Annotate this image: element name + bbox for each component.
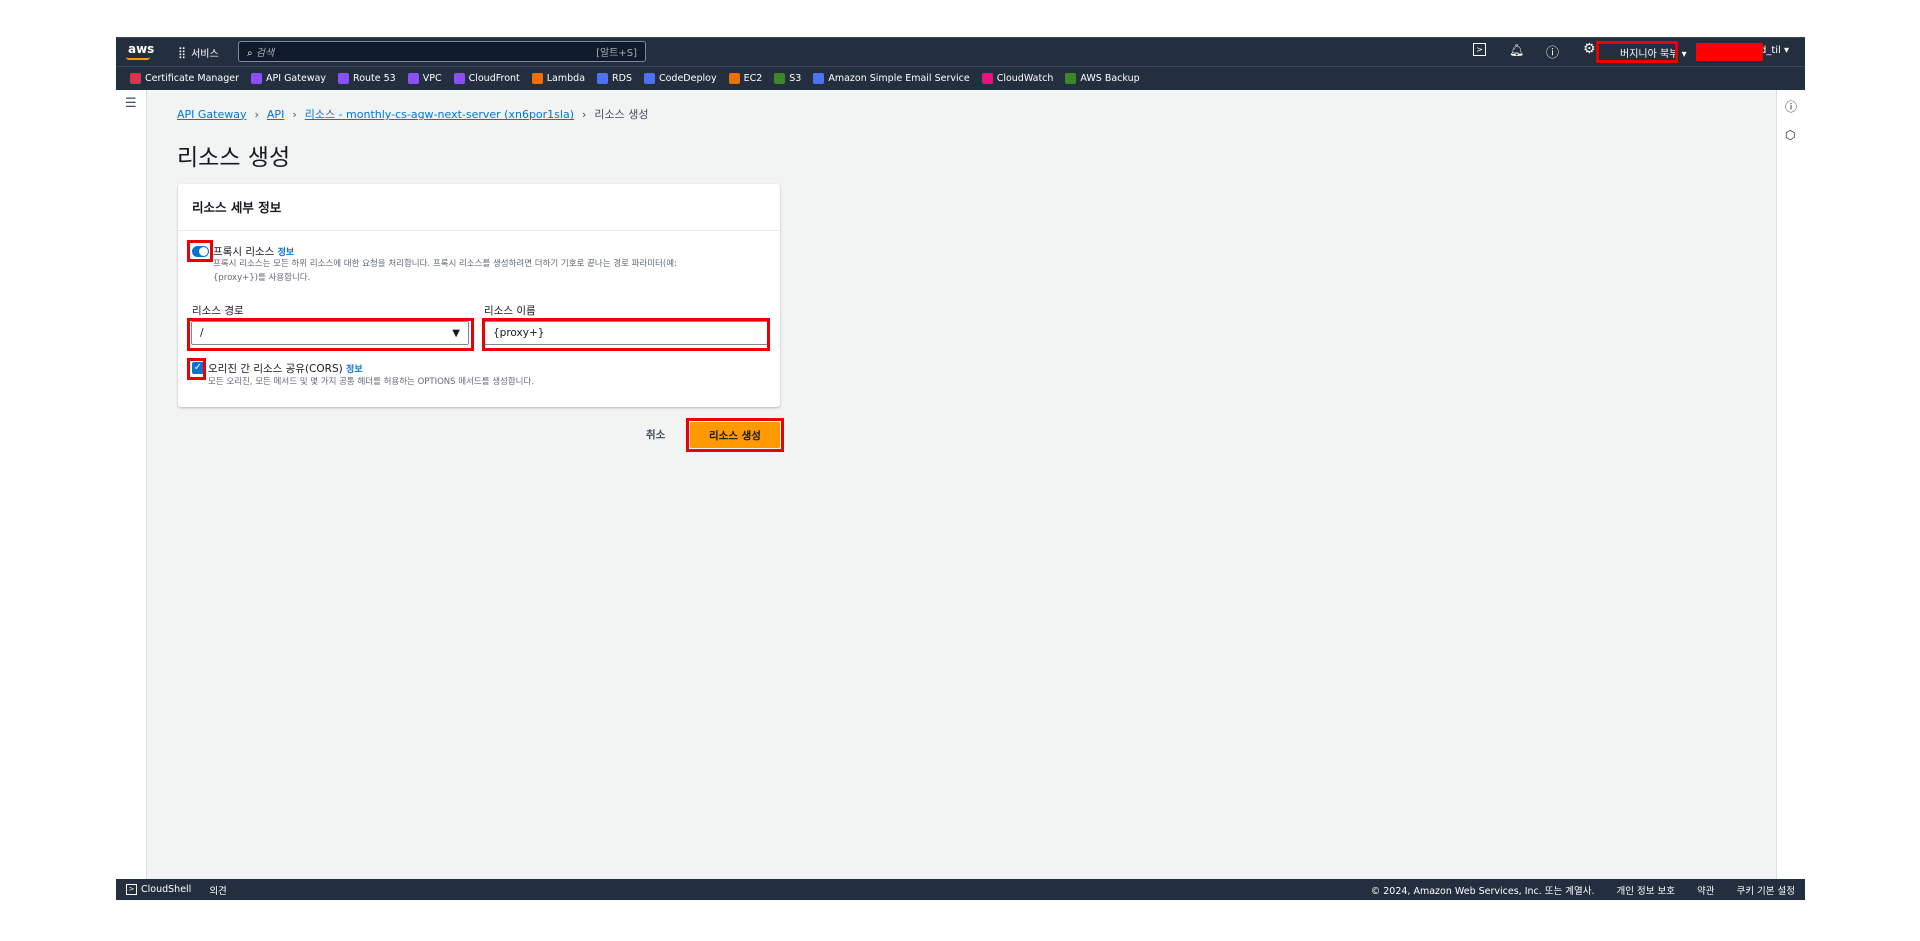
- search-input[interactable]: ⌕ 검색 [알트+S]: [238, 41, 646, 62]
- redaction: [1696, 43, 1763, 61]
- search-icon: ⌕: [247, 48, 253, 59]
- services-menu[interactable]: ⣿ 서비스: [178, 45, 219, 60]
- favorite-rds[interactable]: RDS: [597, 73, 632, 84]
- footer: > CloudShell 의견 © 2024, Amazon Web Servic…: [116, 879, 1805, 900]
- service-icon: [130, 73, 141, 84]
- aws-logo-smile: [126, 57, 150, 60]
- service-icon: [981, 73, 993, 84]
- service-icon: [531, 73, 543, 84]
- favorite-label: Lambda: [546, 73, 586, 84]
- cloudshell-icon[interactable]: >: [1473, 43, 1486, 56]
- chevron-right-icon: ›: [582, 107, 587, 121]
- favorite-route-53[interactable]: Route 53: [338, 73, 396, 84]
- menu-icon[interactable]: ☰: [125, 96, 137, 111]
- page-title: 리소스 생성: [177, 145, 291, 171]
- breadcrumb-api[interactable]: API: [267, 108, 284, 121]
- cors-checkbox[interactable]: ✓: [192, 362, 204, 374]
- chevron-right-icon: ›: [292, 107, 297, 121]
- favorite-certificate-manager[interactable]: Certificate Manager: [130, 73, 239, 84]
- favorite-ec2[interactable]: EC2: [728, 73, 763, 84]
- bell-icon[interactable]: 🔔︎: [1509, 43, 1524, 57]
- help-icon[interactable]: ⓘ: [1546, 42, 1559, 61]
- cancel-button[interactable]: 취소: [646, 427, 665, 442]
- card-title: 리소스 세부 정보: [192, 200, 282, 215]
- cors-info-link[interactable]: 정보: [346, 365, 363, 375]
- cors-label: 오리진 간 리소스 공유(CORS): [208, 363, 343, 375]
- service-icon: [1065, 73, 1077, 84]
- breadcrumb-resources[interactable]: 리소스 - monthly-cs-agw-next-server (xn6por…: [305, 106, 574, 122]
- favorite-lambda[interactable]: Lambda: [531, 73, 586, 84]
- favorite-label: CloudWatch: [996, 73, 1054, 84]
- favorites-bar: Certificate Manager API Gateway Route 53 VP…: [116, 66, 1805, 90]
- service-icon: [338, 73, 350, 84]
- favorite-label: VPC: [422, 73, 442, 84]
- region-selector[interactable]: 버지니아 북부 ▾: [1620, 45, 1687, 60]
- favorite-label: CodeDeploy: [658, 73, 717, 84]
- breadcrumb: API Gateway › API › 리소스 - monthly-cs-agw-n…: [177, 106, 649, 122]
- favorite-label: API Gateway: [266, 73, 327, 84]
- caret-down-icon: ▼: [452, 327, 460, 339]
- cookie-settings-link[interactable]: 쿠키 기본 설정: [1737, 883, 1795, 897]
- create-resource-button[interactable]: 리소스 생성: [690, 422, 780, 448]
- account-menu[interactable]: d_til ▾: [1760, 45, 1789, 56]
- feedback-icon[interactable]: ⬡: [1785, 128, 1795, 142]
- proxy-description: 프록시 리소스는 모든 하위 리소스에 대한 요청을 처리합니다. 프록시 리소…: [213, 259, 677, 269]
- favorite-label: Amazon Simple Email Service: [828, 73, 970, 84]
- favorite-codedeploy[interactable]: CodeDeploy: [643, 73, 717, 84]
- name-label: 리소스 이름: [484, 305, 536, 317]
- favorite-s3[interactable]: S3: [774, 73, 801, 84]
- breadcrumb-current: 리소스 생성: [594, 108, 649, 121]
- search-shortcut: [알트+S]: [596, 48, 637, 59]
- proxy-toggle[interactable]: [192, 246, 209, 257]
- resource-path-select[interactable]: / ▼: [191, 321, 469, 345]
- privacy-link[interactable]: 개인 정보 보호: [1617, 883, 1675, 897]
- favorite-cloudwatch[interactable]: CloudWatch: [981, 73, 1054, 84]
- favorite-label: EC2: [743, 73, 763, 84]
- cloudshell-icon: >: [126, 884, 137, 895]
- service-icon: [774, 73, 786, 84]
- cors-description: 모든 오리진, 모든 메서드 및 몇 가지 공통 헤더를 허용하는 OPTION…: [208, 377, 535, 387]
- service-icon: [453, 73, 465, 84]
- service-icon: [597, 73, 609, 84]
- favorite-label: Certificate Manager: [145, 73, 240, 84]
- service-icon: [813, 73, 825, 84]
- favorite-aws-backup[interactable]: AWS Backup: [1065, 73, 1140, 84]
- cloudshell-link[interactable]: > CloudShell: [126, 884, 191, 895]
- favorite-label: RDS: [612, 73, 632, 84]
- favorite-label: CloudFront: [468, 73, 520, 84]
- copyright: © 2024, Amazon Web Services, Inc. 또는 계열사…: [1370, 885, 1595, 897]
- favorite-vpc[interactable]: VPC: [407, 73, 442, 84]
- resource-name-input[interactable]: {proxy+}: [484, 321, 768, 345]
- left-rail: ☰: [116, 90, 147, 879]
- chevron-right-icon: ›: [254, 107, 259, 121]
- feedback-link[interactable]: 의견: [209, 883, 226, 897]
- service-icon: [251, 73, 263, 84]
- proxy-description-2: {proxy+})를 사용합니다.: [213, 273, 311, 283]
- favorite-cloudfront[interactable]: CloudFront: [453, 73, 520, 84]
- breadcrumb-api-gateway[interactable]: API Gateway: [177, 108, 247, 121]
- right-rail: ⓘ ⬡: [1776, 90, 1805, 879]
- info-icon[interactable]: ⓘ: [1785, 98, 1797, 115]
- terms-link[interactable]: 약관: [1697, 883, 1714, 897]
- service-icon: [643, 73, 655, 84]
- grid-icon: ⣿: [178, 46, 187, 59]
- favorite-label: S3: [789, 73, 802, 84]
- path-label: 리소스 경로: [192, 305, 244, 317]
- service-icon: [728, 73, 740, 84]
- favorite-label: Route 53: [353, 73, 396, 84]
- aws-logo[interactable]: aws: [128, 42, 154, 56]
- service-icon: [407, 73, 419, 84]
- favorite-label: AWS Backup: [1080, 73, 1140, 84]
- favorite-api-gateway[interactable]: API Gateway: [251, 73, 326, 84]
- gear-icon[interactable]: ⚙: [1583, 41, 1596, 57]
- divider: [178, 230, 780, 231]
- resource-details-card: 리소스 세부 정보 프록시 리소스 정보 프록시 리소스는 모든 하위 리소스에…: [178, 184, 780, 407]
- favorite-amazon-simple-email-service[interactable]: Amazon Simple Email Service: [813, 73, 970, 84]
